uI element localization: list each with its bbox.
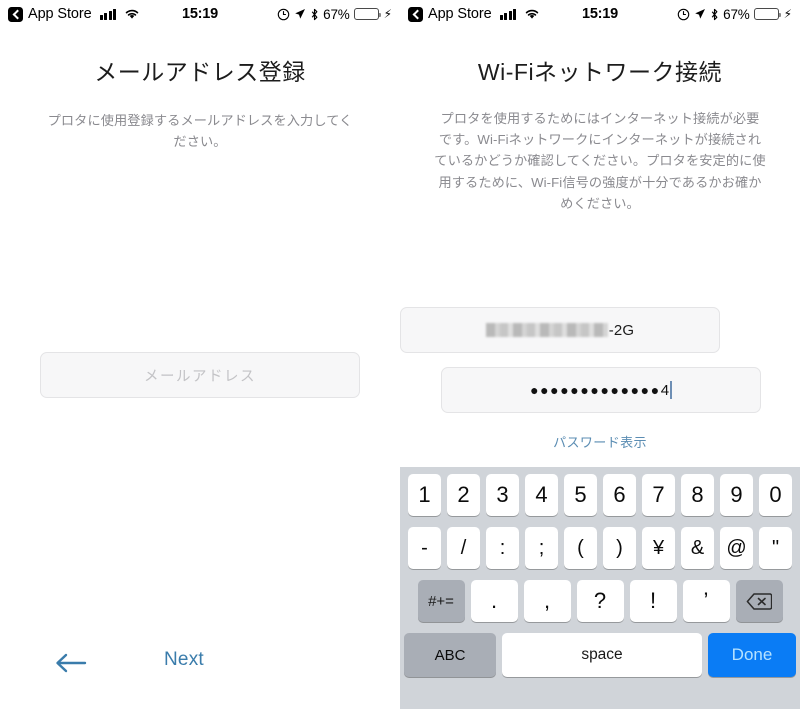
status-bar-right: 67% ⚡ — [677, 7, 792, 22]
text-cursor — [670, 381, 672, 399]
next-button[interactable]: Next — [164, 649, 204, 671]
key-0[interactable]: 0 — [759, 474, 792, 516]
email-input[interactable]: メールアドレス — [40, 352, 360, 398]
battery-percent-label: 67% — [323, 6, 350, 22]
key-abc-toggle[interactable]: ABC — [404, 633, 496, 677]
key-question[interactable]: ? — [576, 580, 624, 622]
status-bar-app-name[interactable]: App Store — [28, 6, 92, 22]
status-bar-left: App Store — [408, 6, 540, 22]
page-description: プロタに使用登録するメールアドレスを入力してください。 — [47, 112, 353, 149]
key-symbols-toggle[interactable]: #+= — [417, 580, 465, 622]
location-arrow-icon — [295, 9, 306, 19]
key-apostrophe[interactable]: ’ — [682, 580, 730, 622]
key-5[interactable]: 5 — [564, 474, 597, 516]
onscreen-keyboard: 1 2 3 4 5 6 7 8 9 0 - / : ; ( ) ¥ & @ " … — [400, 467, 800, 709]
status-bar-left: App Store — [8, 6, 140, 22]
back-chevron-icon[interactable] — [408, 6, 423, 22]
key-space[interactable]: space — [502, 633, 702, 677]
dual-screenshot-container: App Store 15:19 67% ⚡ メールアドレス登録 プロタに使用登録… — [0, 0, 800, 709]
status-bar-app-name[interactable]: App Store — [428, 6, 492, 22]
wifi-password-input[interactable]: ●●●●●●●●●●●●● 4 — [441, 367, 761, 413]
page-title: メールアドレス登録 — [94, 59, 306, 85]
charging-bolt-icon: ⚡ — [783, 7, 792, 21]
signal-bars-icon — [99, 8, 117, 20]
screen-email-registration: App Store 15:19 67% ⚡ メールアドレス登録 プロタに使用登録… — [0, 0, 400, 709]
back-chevron-icon[interactable] — [8, 6, 23, 22]
footer-nav: Next — [0, 644, 400, 684]
key-semicolon[interactable]: ; — [525, 527, 558, 569]
show-password-link[interactable]: パスワード表示 — [400, 432, 800, 451]
keyboard-row-bottom: ABC space Done — [400, 633, 800, 677]
location-arrow-icon — [695, 9, 706, 19]
wifi-ssid-suffix: -2G — [608, 321, 635, 339]
status-bar-right: 67% ⚡ — [277, 7, 392, 22]
key-comma[interactable]: , — [523, 580, 571, 622]
orientation-lock-icon — [277, 8, 290, 20]
redacted-ssid-overlay — [485, 323, 608, 337]
key-at[interactable]: @ — [720, 527, 753, 569]
key-yen[interactable]: ¥ — [642, 527, 675, 569]
key-period[interactable]: . — [470, 580, 518, 622]
key-ampersand[interactable]: & — [681, 527, 714, 569]
password-masked-text: ●●●●●●●●●●●●● — [530, 382, 661, 398]
arrow-left-icon — [56, 653, 87, 673]
key-paren-close[interactable]: ) — [603, 527, 636, 569]
bluetooth-icon — [311, 8, 318, 20]
wifi-ssid-input[interactable]: -2G — [400, 307, 720, 353]
key-8[interactable]: 8 — [681, 474, 714, 516]
key-slash[interactable]: / — [447, 527, 480, 569]
wifi-icon — [525, 9, 539, 19]
status-bar: App Store 15:19 67% ⚡ — [0, 0, 400, 28]
key-2[interactable]: 2 — [447, 474, 480, 516]
signal-bars-icon — [499, 8, 517, 20]
key-7[interactable]: 7 — [642, 474, 675, 516]
back-arrow-button[interactable] — [52, 648, 90, 678]
key-6[interactable]: 6 — [603, 474, 636, 516]
backspace-glyph — [746, 592, 772, 610]
key-paren-open[interactable]: ( — [564, 527, 597, 569]
page-title: Wi-Fiネットワーク接続 — [477, 59, 723, 85]
battery-icon — [353, 8, 381, 20]
battery-icon — [753, 8, 781, 20]
bluetooth-icon — [711, 8, 718, 20]
status-bar: App Store 15:19 67% ⚡ — [400, 0, 800, 28]
key-colon[interactable]: : — [486, 527, 519, 569]
key-3[interactable]: 3 — [486, 474, 519, 516]
screen-wifi-connection: App Store 15:19 67% ⚡ Wi-Fiネットワーク接続 プロタを… — [400, 0, 800, 709]
key-quote[interactable]: " — [759, 527, 792, 569]
key-done[interactable]: Done — [708, 633, 796, 677]
wifi-icon — [125, 9, 139, 19]
key-1[interactable]: 1 — [408, 474, 441, 516]
key-4[interactable]: 4 — [525, 474, 558, 516]
battery-percent-label: 67% — [723, 6, 750, 22]
keyboard-row-symbols: - / : ; ( ) ¥ & @ " — [400, 527, 800, 569]
charging-bolt-icon: ⚡ — [383, 7, 392, 21]
key-9[interactable]: 9 — [720, 474, 753, 516]
keyboard-row-punctuation: #+= . , ? ! ’ — [400, 580, 800, 622]
keyboard-row-numbers: 1 2 3 4 5 6 7 8 9 0 — [400, 474, 800, 516]
key-exclamation[interactable]: ! — [629, 580, 677, 622]
password-last-char: 4 — [660, 381, 670, 399]
orientation-lock-icon — [677, 8, 690, 20]
backspace-icon[interactable] — [735, 580, 783, 622]
key-hyphen[interactable]: - — [408, 527, 441, 569]
page-description: プロタを使用するためにはインターネット接続が必要です。Wi-Fiネットワークにイ… — [434, 110, 766, 212]
email-input-placeholder: メールアドレス — [144, 368, 256, 385]
